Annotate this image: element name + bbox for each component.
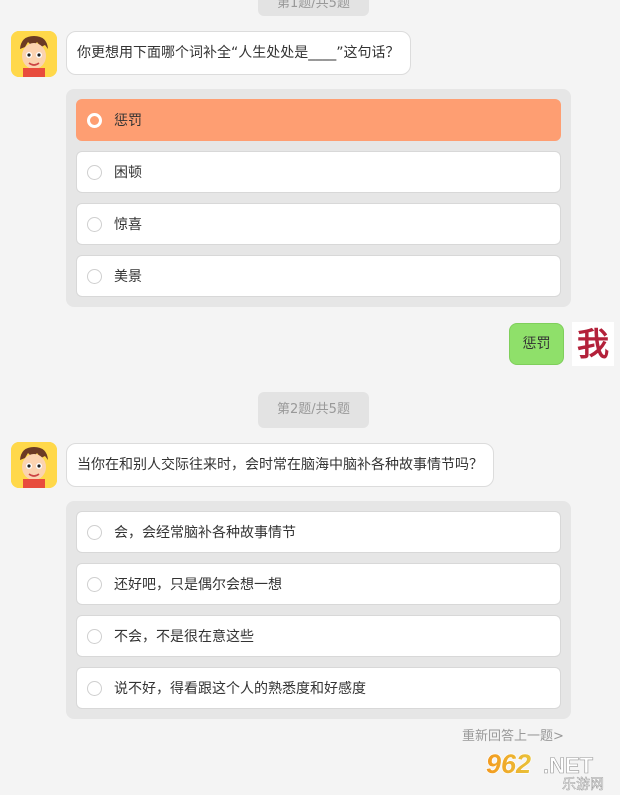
cartoon-face-icon [11, 442, 57, 488]
svg-text:962: 962 [486, 749, 531, 779]
option-item[interactable]: 惩罚 [76, 99, 561, 141]
option-item[interactable]: 还好吧，只是偶尔会想一想 [76, 563, 561, 605]
user-avatar: 我 [572, 322, 614, 366]
option-label: 不会，不是很在意这些 [114, 629, 254, 645]
svg-text:.NET: .NET [543, 753, 594, 778]
option-label: 惩罚 [114, 113, 142, 129]
radio-icon [87, 524, 102, 540]
cartoon-face-icon [11, 31, 57, 77]
option-label: 惊喜 [114, 217, 142, 233]
radio-icon [87, 268, 102, 284]
question-counter: 第1题/共5题 [258, 0, 369, 16]
options-panel: 惩罚 困顿 惊喜 美景 [66, 89, 571, 307]
option-item[interactable]: 会，会经常脑补各种故事情节 [76, 511, 561, 553]
options-panel: 会，会经常脑补各种故事情节 还好吧，只是偶尔会想一想 不会，不是很在意这些 说不… [66, 501, 571, 719]
option-label: 困顿 [114, 165, 142, 181]
question-counter: 第2题/共5题 [258, 392, 369, 428]
redo-previous-link[interactable]: 重新回答上一题> [462, 725, 564, 744]
radio-icon [87, 164, 102, 180]
svg-text:乐游网: 乐游网 [562, 777, 604, 793]
question-bubble: 你更想用下面哪个词补全“人生处处是____”这句话？ [66, 31, 411, 75]
option-label: 还好吧，只是偶尔会想一想 [114, 577, 282, 593]
option-item[interactable]: 困顿 [76, 151, 561, 193]
bot-avatar [11, 31, 57, 77]
radio-icon [87, 216, 102, 232]
radio-icon [87, 628, 102, 644]
option-item[interactable]: 说不好，得看跟这个人的熟悉度和好感度 [76, 667, 561, 709]
option-item[interactable]: 惊喜 [76, 203, 561, 245]
radio-icon [87, 680, 102, 696]
option-label: 美景 [114, 269, 142, 285]
option-item[interactable]: 不会，不是很在意这些 [76, 615, 561, 657]
user-reply-bubble: 惩罚 [509, 323, 564, 365]
bot-avatar [11, 442, 57, 488]
option-item[interactable]: 美景 [76, 255, 561, 297]
option-label: 会，会经常脑补各种故事情节 [114, 525, 296, 541]
site-watermark-logo: 962 .NET 乐游网 [480, 743, 620, 795]
radio-icon [87, 112, 102, 128]
option-label: 说不好，得看跟这个人的熟悉度和好感度 [114, 681, 366, 697]
radio-icon [87, 576, 102, 592]
question-bubble: 当你在和别人交际往来时，会时常在脑海中脑补各种故事情节吗？ [66, 443, 494, 487]
